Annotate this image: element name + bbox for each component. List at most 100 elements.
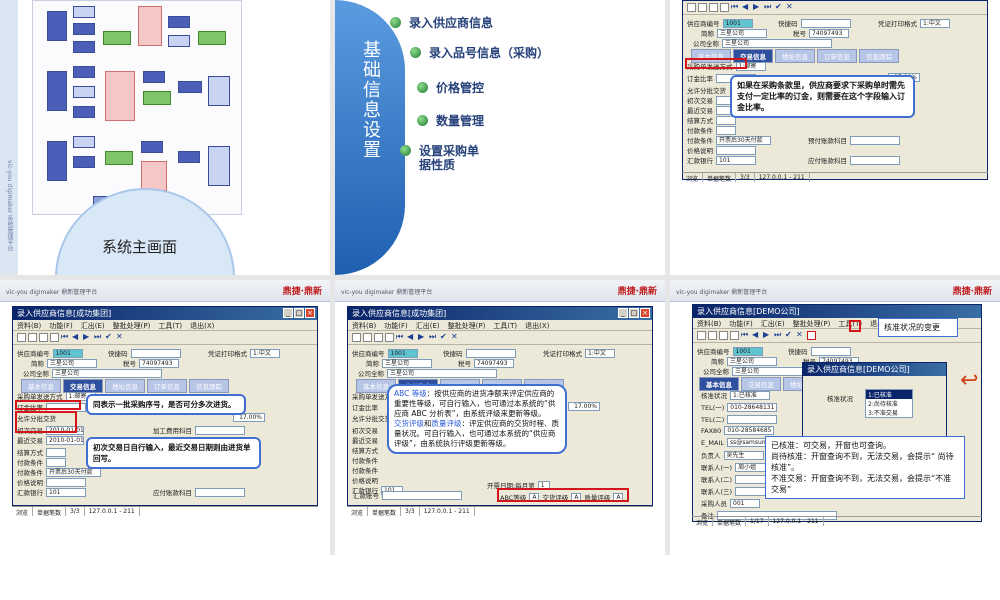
- slide-rating[interactable]: vic-you digimaker 鼎新管理平台 鼎捷·鼎新 录入供应商信息[成功…: [335, 280, 665, 555]
- minimize-icon[interactable]: _: [283, 308, 293, 318]
- last-icon[interactable]: ⏭: [94, 333, 103, 342]
- next-icon[interactable]: ▶: [763, 331, 772, 340]
- new-icon[interactable]: [352, 333, 361, 342]
- price-desc-field[interactable]: [46, 477, 86, 487]
- close-icon[interactable]: ×: [305, 308, 315, 318]
- menu-data[interactable]: 资料(B): [352, 321, 376, 330]
- print-format-select[interactable]: 1:中文: [250, 348, 280, 358]
- save-icon[interactable]: [374, 333, 383, 342]
- menu-exit[interactable]: 退出(X): [525, 321, 549, 330]
- tax-field[interactable]: 74097493: [474, 358, 514, 368]
- menu-function[interactable]: 功能(F): [384, 321, 408, 330]
- principal-field[interactable]: 吴先生: [723, 450, 764, 460]
- print-icon[interactable]: [385, 333, 394, 342]
- print-icon[interactable]: [50, 333, 59, 342]
- tax-field[interactable]: 74097493: [139, 358, 179, 368]
- last-trade-field[interactable]: 2010-01-01: [46, 435, 84, 445]
- slide-deposit-ratio[interactable]: ⏮ ◀ ▶ ⏭ ✔ ✕ 供应商编号 1001 快捷码 凭证打印格式 1:中文 简称 三星公司 …: [670, 0, 1000, 275]
- prev-icon[interactable]: ◀: [72, 333, 81, 342]
- bank-field[interactable]: 101: [716, 155, 756, 165]
- confirm-icon[interactable]: ✔: [775, 3, 784, 12]
- menu-tools[interactable]: 工具(T): [158, 321, 182, 330]
- approval-popup[interactable]: 录入供应商信息[DEMO公司] 核准状况 1:已核准 2:尚待核准 3:不准交易: [802, 362, 947, 437]
- tab-address[interactable]: 地址信息: [775, 49, 815, 63]
- short-name-field[interactable]: 三星公司: [382, 358, 432, 368]
- contact-field[interactable]: [810, 346, 851, 356]
- short-name-field[interactable]: 三星公司: [717, 28, 767, 38]
- slide-trade-info[interactable]: vic-you digimaker 鼎新管理平台 鼎捷·鼎新 录入供应商信息[成功…: [0, 280, 330, 555]
- confirm-icon[interactable]: ✔: [785, 331, 794, 340]
- buyer-field[interactable]: 001: [730, 498, 760, 508]
- open-icon[interactable]: [698, 3, 707, 12]
- menu-item-quantity[interactable]: 数量管理: [417, 112, 484, 129]
- pay-terms-field[interactable]: [46, 457, 66, 467]
- approve-icon[interactable]: [807, 331, 816, 340]
- contact-field[interactable]: [465, 348, 516, 358]
- close-code-field[interactable]: [46, 447, 66, 457]
- close-icon[interactable]: ×: [640, 308, 650, 318]
- menu-tools[interactable]: 工具(T): [493, 321, 517, 330]
- supplier-no-field[interactable]: 1001: [387, 348, 418, 358]
- option-approved[interactable]: 1:已核准: [866, 390, 912, 399]
- tab-order[interactable]: 订单信息: [817, 49, 857, 63]
- menu-export[interactable]: 汇出(E): [81, 321, 105, 330]
- last-icon[interactable]: ⏭: [774, 331, 783, 340]
- cancel-icon[interactable]: ✕: [451, 333, 460, 342]
- maximize-icon[interactable]: □: [294, 308, 304, 318]
- menu-data[interactable]: 资料(B): [17, 321, 41, 330]
- open-icon[interactable]: [363, 333, 372, 342]
- tax-rate-field[interactable]: 17.00%: [568, 402, 600, 411]
- processing-account-field[interactable]: [195, 425, 245, 435]
- menu-function[interactable]: 功能(F): [49, 321, 73, 330]
- last-icon[interactable]: ⏭: [429, 333, 438, 342]
- short-name-field[interactable]: 三星公司: [47, 358, 97, 368]
- menu-exit[interactable]: 退出(X): [190, 321, 214, 330]
- approval-select[interactable]: 1:已核准: [730, 390, 770, 400]
- tab-basic[interactable]: 基本信息: [699, 377, 739, 391]
- prev-icon[interactable]: ◀: [752, 331, 761, 340]
- cancel-icon[interactable]: ✕: [786, 3, 795, 12]
- cancel-icon[interactable]: ✕: [796, 331, 805, 340]
- supplier-no-field[interactable]: 1001: [732, 346, 763, 356]
- print-format-select[interactable]: 1:中文: [920, 18, 950, 28]
- approval-dropdown[interactable]: 1:已核准 2:尚待核准 3:不准交易: [865, 389, 913, 418]
- tel1-field[interactable]: 010-28648131: [727, 402, 778, 412]
- tab-address[interactable]: 地址信息: [105, 379, 145, 393]
- save-icon[interactable]: [719, 331, 728, 340]
- new-icon[interactable]: [687, 3, 696, 12]
- menu-item-price[interactable]: 价格管控: [417, 79, 484, 96]
- supplier-no-field[interactable]: 1001: [52, 348, 83, 358]
- menu-item-supplier[interactable]: 录入供应商信息: [390, 14, 493, 31]
- prev-icon[interactable]: ◀: [407, 333, 416, 342]
- save-icon[interactable]: [709, 3, 718, 12]
- next-icon[interactable]: ▶: [753, 3, 762, 12]
- minimize-icon[interactable]: _: [618, 308, 628, 318]
- save-icon[interactable]: [39, 333, 48, 342]
- tel2-field[interactable]: [727, 414, 778, 424]
- first-icon[interactable]: ⏮: [741, 331, 750, 340]
- print-icon[interactable]: [720, 3, 729, 12]
- print-format-select[interactable]: 1:中文: [585, 348, 615, 358]
- confirm-icon[interactable]: ✔: [105, 333, 114, 342]
- slide-basic-info[interactable]: 基础信息设置 录入供应商信息 录入品号信息（采购） 价格管控 数量管理 设置采购…: [335, 0, 665, 275]
- pay-method-field[interactable]: 开票后30天付款: [716, 135, 771, 145]
- full-name-field[interactable]: 三星公司: [722, 38, 832, 48]
- tab-trade[interactable]: 交易信息: [741, 377, 781, 391]
- tab-track[interactable]: 信息跟踪: [859, 49, 899, 63]
- tax-field[interactable]: 74097493: [809, 28, 849, 38]
- slide-approval-status[interactable]: vic-you digimaker 鼎新管理平台 鼎捷·鼎新 录入供应商信息[DE…: [670, 280, 1000, 555]
- open-icon[interactable]: [28, 333, 37, 342]
- tab-track[interactable]: 信息跟踪: [189, 379, 229, 393]
- contact-field[interactable]: [800, 18, 851, 28]
- tab-order[interactable]: 订单信息: [147, 379, 187, 393]
- fax-field[interactable]: 010-28584685: [724, 426, 775, 435]
- new-icon[interactable]: [17, 333, 26, 342]
- maximize-icon[interactable]: □: [629, 308, 639, 318]
- menu-batch[interactable]: 整批处理(P): [113, 321, 151, 330]
- full-name-field[interactable]: 三星公司: [387, 368, 497, 378]
- ar-account-field[interactable]: [850, 155, 900, 165]
- ar-account-field[interactable]: [195, 487, 245, 497]
- menu-batch[interactable]: 整批处理(P): [448, 321, 486, 330]
- slide-main-screen[interactable]: vic-you digimaker 系统管理平台 系统主画面: [0, 0, 330, 275]
- bank-field[interactable]: 101: [46, 487, 86, 497]
